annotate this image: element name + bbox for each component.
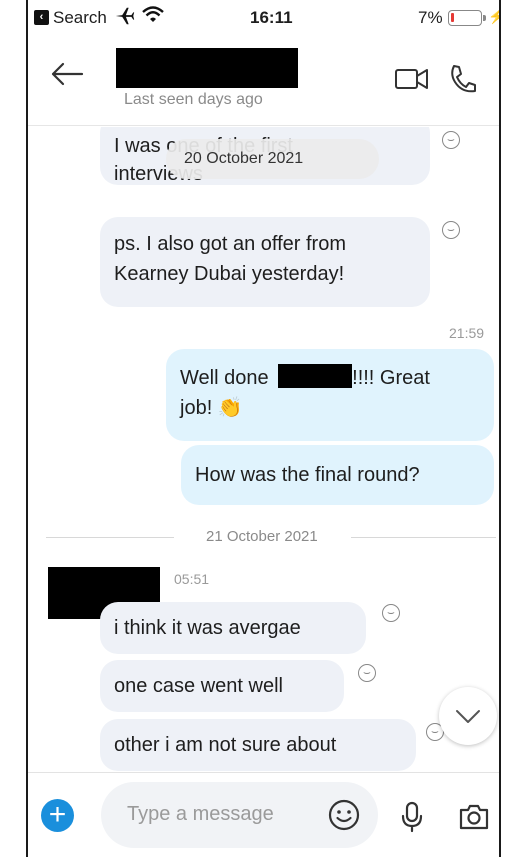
add-reaction-icon[interactable]: ⌣ [358,664,376,682]
add-attachment-button[interactable]: + [41,799,74,832]
message-input[interactable]: Type a message [101,782,378,848]
wifi-icon [142,6,164,29]
message-list[interactable]: I was one of the first interviews ⌣ 20 O… [28,127,499,772]
outgoing-message[interactable]: How was the final round? [181,445,494,505]
scroll-to-bottom-button[interactable] [439,687,497,745]
date-divider-label: 21 October 2021 [206,528,318,545]
message-text-line: other i am not sure about [114,734,337,756]
screenshot-frame-right [499,0,501,857]
message-composer: + Type a message [28,772,499,857]
incoming-message[interactable]: other i am not sure about [100,719,416,771]
charging-bolt-icon: ⚡ [488,8,499,24]
message-input-placeholder: Type a message [127,803,274,825]
phone-call-icon[interactable] [448,64,476,99]
incoming-message[interactable]: i think it was avergae [100,602,366,654]
message-text-line: Well done !!!! Great [180,363,480,393]
redacted-name [278,364,353,388]
camera-icon[interactable] [458,803,490,836]
message-timestamp: 21:59 [449,325,485,341]
message-timestamp: 05:51 [174,571,210,587]
battery-level-fill [451,13,454,22]
clock-time: 16:11 [250,8,293,27]
contact-name-redacted[interactable] [116,48,298,88]
add-reaction-icon[interactable]: ⌣ [442,221,460,239]
emoji-smiley-icon[interactable] [327,798,361,837]
floating-date-pill: 20 October 2021 [166,139,379,179]
back-to-search-label[interactable]: Search [53,8,107,28]
message-text-line: How was the final round? [195,464,420,486]
date-divider: 21 October 2021 [46,523,496,553]
incoming-message[interactable]: one case went well [100,660,344,712]
clapping-hands-emoji: 👏 [217,397,243,419]
message-text-part: !!!! Great [352,367,430,389]
add-reaction-icon[interactable]: ⌣ [442,131,460,149]
message-text-part: Well done [180,367,269,389]
status-bar: ‹ Search 16:11 7% ⚡ [28,0,499,40]
airplane-mode-icon [114,4,136,33]
battery-percent: 7% [418,8,443,27]
phone-screen: ‹ Search 16:11 7% ⚡ Last seen days ago I… [28,0,499,857]
back-to-app-icon[interactable]: ‹ [34,10,49,25]
message-text-line: job! 👏 [180,393,480,423]
video-call-icon[interactable] [394,66,430,97]
message-text-line: i think it was avergae [114,617,301,639]
microphone-icon[interactable] [400,801,424,838]
divider-line [46,537,174,538]
message-text-line: ps. I also got an offer from [114,233,346,255]
chevron-down-icon [456,710,480,723]
outgoing-message[interactable]: Well done !!!! Great job! 👏 [166,349,494,441]
message-text-line: Kearney Dubai yesterday! [114,263,345,285]
battery-tip [483,15,486,21]
add-reaction-icon[interactable]: ⌣ [382,604,400,622]
chat-header: Last seen days ago [28,40,499,126]
back-arrow-icon[interactable] [50,62,84,91]
divider-line [351,537,496,538]
last-seen-status: Last seen days ago [124,91,263,108]
incoming-message[interactable]: ps. I also got an offer from Kearney Dub… [100,217,430,307]
message-text-part: job! [180,397,213,419]
battery-icon [448,10,482,26]
message-text-line: one case went well [114,675,283,697]
